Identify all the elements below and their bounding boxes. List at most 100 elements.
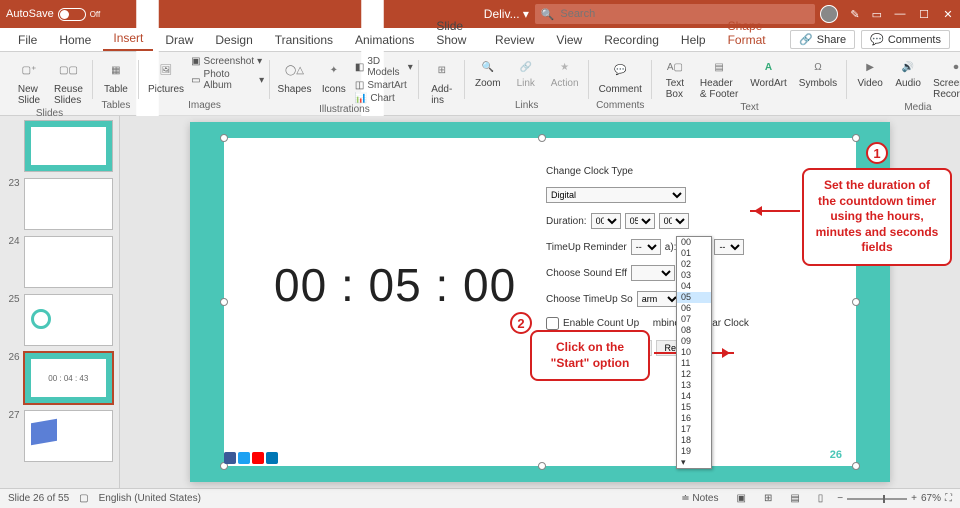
new-slide-button[interactable]: ▢⁺New Slide xyxy=(12,56,46,108)
table-button[interactable]: ▦Table xyxy=(99,56,133,97)
symbols-button[interactable]: ΩSymbols xyxy=(795,56,841,91)
notes-button[interactable]: ≐ Notes xyxy=(677,493,722,504)
video-button[interactable]: ▶Video xyxy=(853,56,887,91)
normal-view-icon[interactable]: ▣ xyxy=(732,493,749,504)
dropdown-option[interactable]: 05 xyxy=(677,292,711,303)
thumb-slide-26[interactable]: 00 : 04 : 43 xyxy=(24,352,113,404)
reading-view-icon[interactable]: ▤ xyxy=(786,493,803,504)
dropdown-option[interactable]: 14 xyxy=(677,391,711,402)
slide-thumbnails[interactable]: 23 24 25 2600 : 04 : 43 27 xyxy=(0,116,120,488)
dropdown-option[interactable]: 00 xyxy=(677,237,711,248)
tab-slideshow[interactable]: Slide Show xyxy=(426,15,483,51)
tab-design[interactable]: Design xyxy=(205,29,262,51)
zoom-in-icon[interactable]: + xyxy=(911,493,917,504)
action-button[interactable]: ★Action xyxy=(547,56,583,91)
zoom-button[interactable]: 🔍Zoom xyxy=(471,56,505,91)
photo-album-button[interactable]: ▭Photo Album▾ xyxy=(191,69,264,91)
tab-animations[interactable]: Animations xyxy=(345,29,424,51)
user-avatar[interactable] xyxy=(820,5,838,23)
header-footer-button[interactable]: ▤Header & Footer xyxy=(696,56,742,102)
tab-view[interactable]: View xyxy=(546,29,592,51)
tab-insert[interactable]: Insert xyxy=(103,27,153,51)
tab-transitions[interactable]: Transitions xyxy=(265,29,343,51)
tab-recording[interactable]: Recording xyxy=(594,29,669,51)
dropdown-option[interactable]: 18 xyxy=(677,435,711,446)
dropdown-option[interactable]: 01 xyxy=(677,248,711,259)
wordart-button[interactable]: AWordArt xyxy=(746,56,791,91)
reminder-select-3[interactable]: -- xyxy=(714,239,744,255)
zoom-slider[interactable] xyxy=(847,498,907,500)
thumb-slide-24[interactable] xyxy=(24,236,113,288)
dropdown-option[interactable]: 04 xyxy=(677,281,711,292)
dropdown-option[interactable]: 07 xyxy=(677,314,711,325)
comment-button[interactable]: 💬Comment xyxy=(595,56,646,97)
language-indicator[interactable]: English (United States) xyxy=(99,493,201,504)
icons-button[interactable]: ✦Icons xyxy=(317,56,351,97)
clock-type-select[interactable]: Digital xyxy=(546,187,686,203)
maximize-icon[interactable]: ☐ xyxy=(918,8,930,21)
dropdown-option[interactable]: 13 xyxy=(677,380,711,391)
duration-minutes[interactable]: 05 xyxy=(625,213,655,229)
dropdown-option[interactable]: 16 xyxy=(677,413,711,424)
sound-select[interactable] xyxy=(631,265,675,281)
dropdown-option[interactable]: 17 xyxy=(677,424,711,435)
textbox-button[interactable]: A▢Text Box xyxy=(658,56,692,102)
audio-button[interactable]: 🔊Audio xyxy=(891,56,925,91)
comments-button[interactable]: 💬 Comments xyxy=(861,30,950,49)
dropdown-option[interactable]: 08 xyxy=(677,325,711,336)
shapes-button[interactable]: ◯△Shapes xyxy=(276,56,313,97)
dropdown-option[interactable]: 12 xyxy=(677,369,711,380)
dropdown-option[interactable]: 15 xyxy=(677,402,711,413)
selection-handle[interactable] xyxy=(852,462,860,470)
chart-button[interactable]: 📊Chart xyxy=(355,93,413,104)
tab-shape-format[interactable]: Shape Format xyxy=(718,15,784,51)
dropdown-option[interactable]: 02 xyxy=(677,259,711,270)
duration-seconds[interactable]: 00 xyxy=(659,213,689,229)
addins-button[interactable]: ⊞Add- ins xyxy=(425,56,459,108)
smartart-button[interactable]: ◫SmartArt xyxy=(355,80,413,91)
countup-checkbox[interactable] xyxy=(546,317,559,330)
screenshot-button[interactable]: ▣Screenshot▾ xyxy=(191,56,264,67)
share-button[interactable]: 🔗 Share xyxy=(790,30,855,49)
dropdown-option[interactable]: 11 xyxy=(677,358,711,369)
zoom-out-icon[interactable]: − xyxy=(837,493,843,504)
thumb-slide-27[interactable] xyxy=(24,410,113,462)
reuse-slides-button[interactable]: ▢▢Reuse Slides xyxy=(50,56,87,108)
dropdown-option[interactable]: 09 xyxy=(677,336,711,347)
pictures-button[interactable]: 🖼Pictures xyxy=(145,56,187,97)
duration-hours[interactable]: 00 xyxy=(591,213,621,229)
dropdown-option[interactable]: 19 xyxy=(677,446,711,457)
tab-review[interactable]: Review xyxy=(485,29,544,51)
slideshow-view-icon[interactable]: ▯ xyxy=(814,493,828,504)
slide-canvas[interactable]: 00 : 05 : 00 Change Clock Type Digital D… xyxy=(120,116,960,488)
draw-mode-icon[interactable]: ✎ xyxy=(850,8,859,21)
minutes-dropdown-list[interactable]: 0001020304050607080910111213141516171819… xyxy=(676,236,712,469)
fit-window-icon[interactable]: ⛶ xyxy=(945,493,952,504)
selection-handle[interactable] xyxy=(220,134,228,142)
thumb-slide-23[interactable] xyxy=(24,178,113,230)
dropdown-option[interactable]: 03 xyxy=(677,270,711,281)
dropdown-option[interactable]: 06 xyxy=(677,303,711,314)
selection-handle[interactable] xyxy=(538,462,546,470)
sorter-view-icon[interactable]: ⊞ xyxy=(760,493,776,504)
tab-draw[interactable]: Draw xyxy=(155,29,203,51)
document-name[interactable]: Deliv... ▾ xyxy=(484,7,529,21)
tab-help[interactable]: Help xyxy=(671,29,716,51)
screen-recording-button[interactable]: ⏺Screen Recording xyxy=(929,56,960,102)
3d-models-button[interactable]: ◧3D Models▾ xyxy=(355,56,413,78)
autosave-toggle[interactable]: AutoSave Off xyxy=(6,8,100,21)
close-icon[interactable]: ✕ xyxy=(942,8,954,21)
minimize-icon[interactable]: — xyxy=(894,8,906,20)
zoom-control[interactable]: − + 67% ⛶ xyxy=(837,493,952,504)
accessibility-icon[interactable]: ▢ xyxy=(79,493,88,504)
thumb-slide[interactable] xyxy=(24,120,113,172)
dropdown-option[interactable]: 10 xyxy=(677,347,711,358)
selection-handle[interactable] xyxy=(538,134,546,142)
selection-handle[interactable] xyxy=(852,134,860,142)
link-button[interactable]: 🔗Link xyxy=(509,56,543,91)
timeup-sound-select[interactable]: arm xyxy=(637,291,681,307)
tab-home[interactable]: Home xyxy=(49,29,101,51)
window-icon[interactable]: ▭ xyxy=(872,8,882,21)
selection-handle[interactable] xyxy=(220,298,228,306)
selection-handle[interactable] xyxy=(852,298,860,306)
